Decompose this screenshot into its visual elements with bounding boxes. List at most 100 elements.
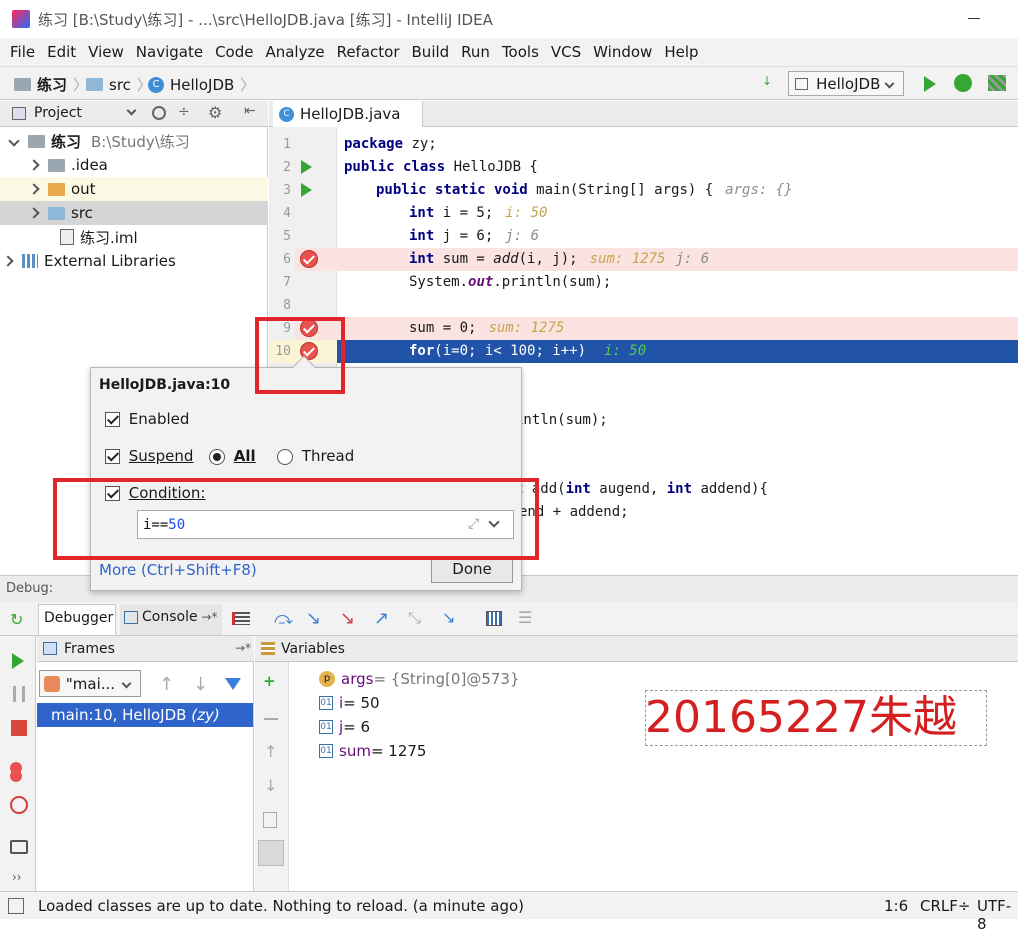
run-to-cursor-icon[interactable]: ↘: [442, 608, 455, 627]
thread-icon: [44, 675, 60, 692]
locate-icon[interactable]: [152, 106, 166, 120]
variable-i[interactable]: 01 i = 50: [319, 694, 380, 712]
add-watch-icon[interactable]: +: [263, 672, 276, 690]
step-into-icon[interactable]: ↘: [306, 608, 321, 629]
filter-icon[interactable]: [225, 678, 241, 690]
suspend-thread-radio[interactable]: Thread: [277, 447, 354, 465]
tree-item-idea[interactable]: .idea: [0, 153, 268, 177]
done-button[interactable]: Done: [431, 556, 513, 583]
gear-icon[interactable]: ⚙: [208, 103, 222, 122]
line-separator[interactable]: CRLF÷: [920, 897, 970, 915]
project-view-select[interactable]: Project: [34, 105, 82, 121]
menu-build[interactable]: Build: [412, 43, 450, 61]
menu-help[interactable]: Help: [664, 43, 698, 61]
move-down-icon[interactable]: ↓: [264, 776, 277, 795]
thread-select[interactable]: "mai...: [39, 670, 141, 697]
breakpoint-icon[interactable]: [300, 250, 318, 268]
line-number-5[interactable]: 5: [269, 225, 291, 248]
rerun-icon[interactable]: ↻: [10, 610, 23, 629]
chevron-down-icon[interactable]: [126, 105, 137, 116]
checkbox-checked-icon: [105, 449, 120, 464]
tab-console[interactable]: Console →*: [120, 604, 222, 635]
line-number-6[interactable]: 6: [269, 248, 291, 271]
code-line-7: System.out.println(sum);: [409, 274, 612, 290]
tree-item-external-libraries[interactable]: External Libraries: [0, 249, 268, 273]
cursor-position[interactable]: 1:6: [884, 897, 908, 915]
variable-args[interactable]: p args = {String[0]@573}: [319, 670, 520, 688]
pause-icon[interactable]: [13, 686, 25, 702]
file-encoding[interactable]: UTF-8: [977, 897, 1018, 933]
line-number-3[interactable]: 3: [269, 179, 291, 202]
force-step-into-icon[interactable]: ↘: [340, 608, 355, 629]
remove-watch-icon[interactable]: [264, 718, 278, 720]
line-number-4[interactable]: 4: [269, 202, 291, 225]
status-toggle-icon[interactable]: [8, 898, 24, 914]
status-message: Loaded classes are up to date. Nothing t…: [38, 897, 525, 915]
tree-item-root[interactable]: 练习 B:\Study\练习: [0, 129, 268, 153]
run-gutter-icon[interactable]: [301, 183, 312, 197]
enabled-checkbox[interactable]: Enabled: [105, 410, 189, 428]
evaluate-expression-icon[interactable]: [486, 611, 502, 626]
run-icon[interactable]: [924, 76, 936, 92]
menu-view[interactable]: View: [88, 43, 124, 61]
mute-breakpoints-icon[interactable]: [10, 796, 28, 814]
menu-code[interactable]: Code: [215, 43, 253, 61]
view-breakpoints-icon[interactable]: [10, 762, 22, 774]
variable-j[interactable]: 01 j = 6: [319, 718, 370, 736]
collapse-icon[interactable]: ÷: [178, 104, 190, 120]
pin-icon[interactable]: →*: [235, 641, 251, 655]
debug-side-toolbar: ››: [0, 636, 36, 891]
popup-title: HelloJDB.java:10: [99, 377, 231, 393]
stop-icon[interactable]: [11, 720, 27, 736]
move-up-icon[interactable]: ↑: [264, 742, 277, 761]
arrow-down-icon[interactable]: ↓: [193, 674, 208, 695]
menu-analyze[interactable]: Analyze: [265, 43, 324, 61]
menu-run[interactable]: Run: [461, 43, 490, 61]
menu-navigate[interactable]: Navigate: [136, 43, 203, 61]
suspend-checkbox[interactable]: Suspend: [105, 447, 193, 465]
tab-hellojdb[interactable]: C HelloJDB.java: [273, 101, 423, 127]
run-config-select[interactable]: HelloJDB: [788, 71, 904, 96]
breadcrumb-project[interactable]: 练习 〉: [14, 74, 94, 95]
line-number-2[interactable]: 2: [269, 156, 291, 179]
menu-window[interactable]: Window: [593, 43, 652, 61]
resume-icon[interactable]: [12, 653, 24, 669]
menu-file[interactable]: File: [10, 43, 35, 61]
frame-item-main[interactable]: main:10, HelloJDB (zy): [37, 703, 253, 727]
step-over-icon[interactable]: ⤼: [274, 608, 293, 629]
menu-tools[interactable]: Tools: [502, 43, 539, 61]
debug-icon[interactable]: [954, 74, 972, 92]
arrow-up-icon[interactable]: ↑: [159, 674, 174, 695]
variable-sum[interactable]: 01 sum = 1275: [319, 742, 426, 760]
tab-debugger[interactable]: Debugger: [38, 604, 116, 635]
hide-icon[interactable]: ⇤: [244, 103, 256, 119]
copy-icon[interactable]: [263, 812, 277, 828]
show-watches-icon[interactable]: [258, 840, 284, 866]
menu-refactor[interactable]: Refactor: [337, 43, 400, 61]
status-bar: Loaded classes are up to date. Nothing t…: [0, 891, 1018, 933]
suspend-all-radio[interactable]: All: [209, 447, 256, 465]
console-icon: [124, 610, 138, 624]
line-number-8[interactable]: 8: [269, 294, 291, 317]
line-number-7[interactable]: 7: [269, 271, 291, 294]
sort-icon[interactable]: ↓: [762, 74, 772, 88]
drop-frame-icon[interactable]: ⤡: [408, 608, 421, 628]
step-out-icon[interactable]: ↗: [374, 608, 389, 629]
coverage-icon[interactable]: [988, 75, 1006, 91]
more-icon[interactable]: ››: [12, 870, 22, 884]
tree-item-iml[interactable]: 练习.iml: [0, 225, 268, 249]
minimize-icon[interactable]: [968, 18, 980, 19]
more-link[interactable]: More (Ctrl+Shift+F8): [99, 561, 257, 579]
show-execution-point-icon[interactable]: [232, 612, 250, 625]
camera-icon[interactable]: [10, 840, 28, 854]
trace-icon[interactable]: ☰: [518, 608, 532, 627]
line-number-1[interactable]: 1: [269, 133, 291, 156]
tree-item-out[interactable]: out: [0, 177, 268, 201]
tree-item-src[interactable]: src: [0, 201, 268, 225]
breadcrumb-class[interactable]: C HelloJDB 〉: [148, 74, 261, 95]
menu-edit[interactable]: Edit: [47, 43, 76, 61]
run-gutter-icon[interactable]: [301, 160, 312, 174]
menu-vcs[interactable]: VCS: [551, 43, 581, 61]
variables-side-toolbar: + ↑ ↓: [255, 662, 289, 891]
debug-label: Debug:: [6, 581, 54, 596]
